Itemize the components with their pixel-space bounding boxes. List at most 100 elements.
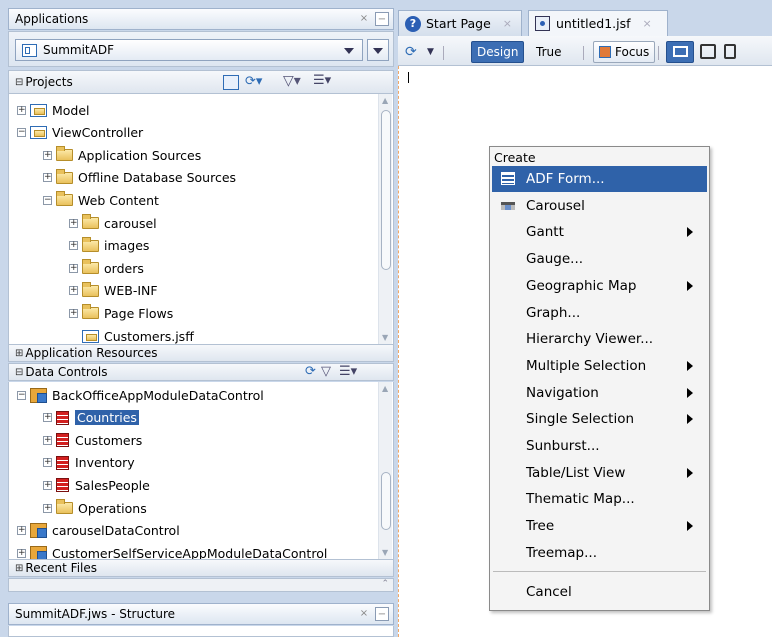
scroll-thumb[interactable] [381,472,391,530]
expand-icon[interactable]: + [43,413,52,423]
tree-node[interactable]: + Countries [43,407,139,429]
menu-item-thematic-map[interactable]: Thematic Map... [492,486,707,512]
tree-node[interactable]: + images [69,235,149,257]
refresh-icon[interactable]: ⟳ [400,42,422,62]
options-icon[interactable]: ☰▾ [313,73,331,88]
collapse-icon[interactable]: − [43,195,52,205]
tab-untitled1-jsf[interactable]: untitled1.jsf × [528,10,668,36]
menu-item-geographic-map[interactable]: Geographic Map [492,273,707,299]
expand-icon[interactable]: + [43,150,52,160]
close-icon[interactable]: × [357,607,371,621]
collection-icon [56,455,69,470]
menu-item-hierarchy-viewer[interactable]: Hierarchy Viewer... [492,326,707,352]
scroll-up-icon[interactable]: ▲ [382,384,388,393]
collapse-icon[interactable]: ⊟ [15,77,23,88]
expand-icon[interactable]: + [43,458,52,468]
tree-node[interactable]: + Inventory [43,452,135,474]
true-button[interactable]: True [531,42,567,62]
menu-item-cancel[interactable]: Cancel [492,579,707,605]
projects-section-header[interactable]: ⊟ Projects ⟳▾ ▽▾ ☰▾ [8,70,394,94]
minimize-icon[interactable]: − [375,607,389,621]
expand-icon[interactable]: + [43,435,52,445]
expand-icon[interactable]: ⊞ [15,563,23,574]
scroll-up-icon[interactable]: ▲ [382,96,388,105]
options-icon[interactable]: ☰▾ [339,364,357,379]
minimize-icon[interactable]: − [375,12,389,26]
scroll-thumb[interactable] [381,110,391,270]
chevron-down-icon[interactable]: ▼ [422,42,439,62]
refresh-icon[interactable]: ⟳▾ [245,74,262,89]
menu-item-adf-form[interactable]: ADF Form... [492,166,707,192]
tree-node[interactable]: + Model [17,99,90,121]
tree-node[interactable]: − BackOfficeAppModuleDataControl [17,384,264,406]
menu-item-graph[interactable]: Graph... [492,300,707,326]
tree-node[interactable]: + SalesPeople [43,474,150,496]
tree-node[interactable]: Customers.jsff [69,325,194,344]
collapse-icon[interactable]: − [17,390,26,400]
expand-icon[interactable]: + [43,173,52,183]
data-controls-scrollbar[interactable]: ▲ ▼ [378,382,392,559]
design-button[interactable]: Design [471,41,525,63]
expand-icon[interactable]: ⊞ [15,348,23,359]
menu-item-table-list-view[interactable]: Table/List View [492,460,707,486]
expand-icon[interactable]: + [69,263,78,273]
menu-item-treemap[interactable]: Treemap... [492,540,707,566]
tree-node[interactable]: + Offline Database Sources [43,167,236,189]
find-icon[interactable] [223,75,239,90]
folder-icon [56,499,73,514]
recent-files-label: Recent Files [25,561,98,575]
tree-node[interactable]: + Page Flows [69,302,173,324]
expand-up-icon[interactable]: ⌃ [381,579,389,589]
menu-item-navigation[interactable]: Navigation [492,380,707,406]
collapse-icon[interactable]: − [17,128,26,138]
menu-item-tree[interactable]: Tree [492,513,707,539]
tree-node[interactable]: + carouselDataControl [17,520,180,542]
desktop-view-button[interactable] [666,41,694,63]
tree-node[interactable]: + Customers [43,429,142,451]
scroll-down-icon[interactable]: ▼ [382,333,388,342]
tab-start-page[interactable]: ? Start Page × [398,10,522,36]
tree-node[interactable]: + Operations [43,497,147,519]
close-icon[interactable]: × [643,17,652,30]
expand-icon[interactable]: + [17,548,26,558]
application-resources-header[interactable]: ⊞ Application Resources [8,344,394,362]
menu-item-gantt[interactable]: Gantt [492,219,707,245]
menu-item-sunburst[interactable]: Sunburst... [492,433,707,459]
collapse-icon[interactable]: ⊟ [15,367,23,378]
tablet-view-icon[interactable] [700,44,716,59]
application-menu-button[interactable] [367,39,389,61]
close-icon[interactable]: × [357,12,371,26]
phone-view-icon[interactable] [724,44,736,59]
filter-icon[interactable]: ▽▾ [283,73,301,89]
tree-node[interactable]: − ViewController [17,122,143,144]
scroll-down-icon[interactable]: ▼ [382,548,388,557]
expand-icon[interactable]: + [43,480,52,490]
menu-item-carousel[interactable]: Carousel [492,193,707,219]
menu-item-multiple-selection[interactable]: Multiple Selection [492,353,707,379]
expand-icon[interactable]: + [69,286,78,296]
menu-item-single-selection[interactable]: Single Selection [492,406,707,432]
tree-node[interactable]: + Application Sources [43,144,201,166]
application-select[interactable]: SummitADF [15,39,363,61]
expand-icon[interactable]: + [43,503,52,513]
menu-item-label: Table/List View [526,464,626,481]
tree-node[interactable]: + CustomerSelfServiceAppModuleDataControl [17,542,327,559]
focus-button[interactable]: Focus [593,41,656,63]
tree-node[interactable]: − Web Content [43,189,159,211]
refresh-icon[interactable]: ⟳ [305,364,316,379]
filter-icon[interactable]: ▽ [321,364,331,379]
splitter[interactable]: ⌃ [8,578,394,592]
projects-scrollbar[interactable]: ▲ ▼ [378,94,392,344]
close-icon[interactable]: × [503,17,512,30]
expand-icon[interactable]: + [69,308,78,318]
tree-node[interactable]: + WEB-INF [69,280,158,302]
expand-icon[interactable]: + [69,218,78,228]
expand-icon[interactable]: + [17,526,26,536]
expand-icon[interactable]: + [69,241,78,251]
data-controls-header[interactable]: ⊟ Data Controls ⟳ ▽ ☰▾ [8,363,394,381]
menu-item-gauge[interactable]: Gauge... [492,246,707,272]
tree-node[interactable]: + orders [69,257,144,279]
expand-icon[interactable]: + [17,105,26,115]
tree-node[interactable]: + carousel [69,212,157,234]
recent-files-header[interactable]: ⊞ Recent Files [8,559,394,577]
